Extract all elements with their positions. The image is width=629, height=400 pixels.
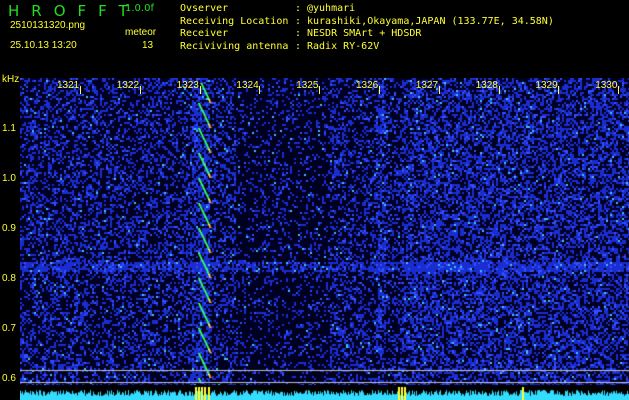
y-unit-label: kHz <box>2 74 20 85</box>
info-key: Ovserver <box>180 3 229 14</box>
y-tick-label: 0.6 <box>2 373 16 384</box>
y-tick-label: 1.0 <box>2 173 16 184</box>
y-tick-label: 0.9 <box>2 223 16 234</box>
x-tick-mark <box>379 86 380 94</box>
info-key: Receiver <box>180 28 229 39</box>
y-tick-label: 1.1 <box>2 123 16 134</box>
info-value: Radix RY-62V <box>307 40 380 52</box>
x-tick-label: 1321 <box>57 80 80 91</box>
info-value: @yuhmari <box>307 3 356 14</box>
info-keys: Ovserver Receiving Location Receiver Rec… <box>180 3 288 53</box>
x-tick-mark <box>558 86 560 94</box>
info-key: Reciviving antenna <box>180 40 289 52</box>
x-tick-mark <box>259 86 261 94</box>
x-tick-mark <box>139 86 141 94</box>
meteor-count: 13 <box>142 40 154 51</box>
x-tick-mark <box>618 86 620 94</box>
info-values: @yuhmari kurashiki,Okayama,JAPAN (133.77… <box>307 3 554 53</box>
meteor-label: meteor <box>125 27 157 38</box>
x-tick-label: 1324 <box>236 80 259 91</box>
x-tick-label: 1327 <box>415 80 439 91</box>
x-tick-mark <box>319 86 321 94</box>
x-tick-label: 1330 <box>595 80 618 91</box>
file-datetime: 25.10.13 13:20 <box>10 40 77 51</box>
file-name: 2510131320.png <box>10 20 86 31</box>
x-tick-label: 1325 <box>296 80 319 91</box>
info-value: kurashiki,Okayama,JAPAN (133.77E, 34.58N… <box>307 15 554 27</box>
x-tick-mark <box>438 86 440 94</box>
app-version: 1.0.0f <box>125 3 154 14</box>
x-tick-label: 1323 <box>176 80 199 91</box>
x-tick-mark <box>199 86 201 94</box>
x-tick-mark <box>498 86 500 94</box>
info-value: NESDR SMArt + HDSDR <box>307 28 422 39</box>
app-title: HROFFT <box>8 2 140 20</box>
x-tick-label: 1322 <box>116 80 140 91</box>
info-colons: :::: <box>295 3 302 52</box>
spectrogram <box>20 78 629 400</box>
y-tick-label: 0.7 <box>2 323 16 334</box>
y-tick-label: 0.8 <box>2 273 16 284</box>
info-key: Receiving Location <box>180 15 289 27</box>
x-tick-label: 1326 <box>356 80 379 91</box>
x-tick-label: 1329 <box>535 80 558 91</box>
x-tick-label: 1328 <box>475 80 498 91</box>
x-tick-mark <box>80 86 81 94</box>
